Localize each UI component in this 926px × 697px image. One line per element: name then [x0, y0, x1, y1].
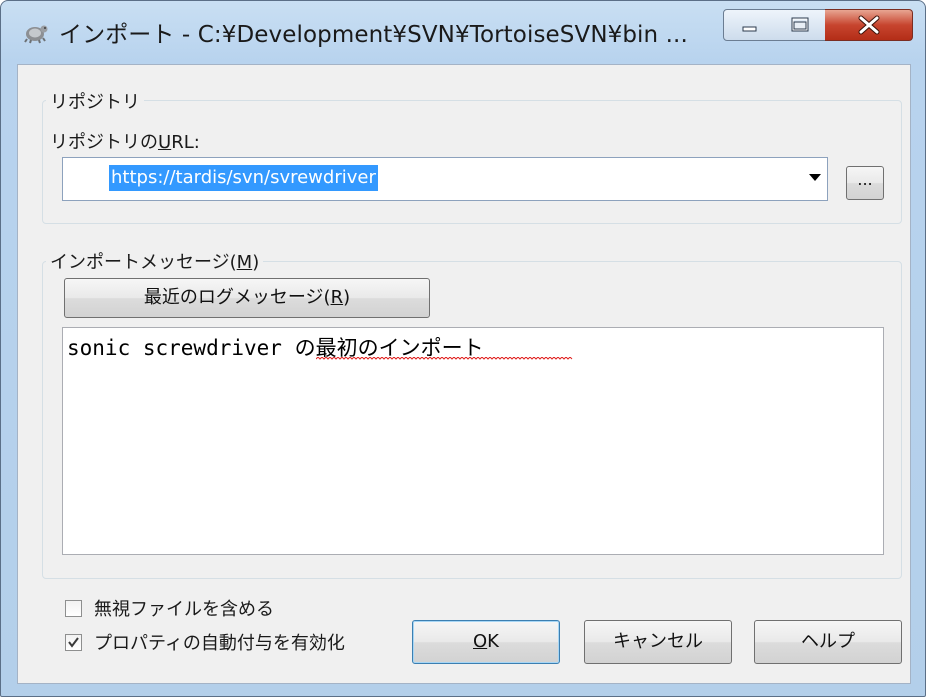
- window-title: インポート - C:¥Development¥SVN¥TortoiseSVN¥b…: [59, 22, 688, 48]
- ok-label: K: [487, 631, 499, 652]
- dialog-body: リポジトリ リポジトリのURL: https://tardis/svn/svre…: [17, 64, 911, 684]
- import-message-textarea[interactable]: sonic screwdriver の最初のインポート: [62, 327, 884, 555]
- url-label-rest: RL:: [171, 132, 200, 153]
- repository-url-combobox[interactable]: https://tardis/svn/svrewdriver: [62, 157, 828, 201]
- minimize-button[interactable]: [723, 9, 775, 41]
- url-label-text: リポジトリの: [50, 132, 158, 153]
- import-message-group-title: インポートメッセージ(M): [46, 248, 264, 274]
- auto-props-label[interactable]: プロパティの自動付与を有効化: [94, 629, 345, 655]
- tortoise-icon: [23, 19, 49, 45]
- maximize-icon: [791, 17, 809, 32]
- recent-label-accel: R: [330, 287, 344, 308]
- ok-accel: O: [473, 631, 488, 652]
- ok-button[interactable]: OK: [412, 620, 560, 664]
- message-title-accel: M: [236, 252, 253, 273]
- close-icon: [858, 15, 880, 35]
- message-title-text: インポートメッセージ(: [50, 252, 237, 273]
- repository-url-label: リポジトリのURL:: [50, 128, 200, 154]
- include-ignored-label[interactable]: 無視ファイルを含める: [94, 595, 274, 621]
- close-button[interactable]: [825, 9, 913, 41]
- chevron-down-icon[interactable]: [809, 174, 821, 181]
- repository-url-value[interactable]: https://tardis/svn/svrewdriver: [109, 165, 378, 191]
- title-bar[interactable]: インポート - C:¥Development¥SVN¥TortoiseSVN¥b…: [1, 1, 925, 63]
- include-ignored-checkbox[interactable]: [65, 600, 82, 617]
- help-button[interactable]: ヘルプ: [754, 620, 902, 664]
- repository-group-title: リポジトリ: [46, 88, 144, 114]
- minimize-icon: [742, 26, 757, 32]
- browse-repository-button[interactable]: ...: [846, 166, 884, 200]
- recent-log-messages-button[interactable]: 最近のログメッセージ(R): [64, 278, 430, 318]
- import-dialog-window: インポート - C:¥Development¥SVN¥TortoiseSVN¥b…: [0, 0, 926, 697]
- cancel-button[interactable]: キャンセル: [584, 620, 732, 664]
- maximize-button[interactable]: [774, 9, 826, 41]
- recent-label-text: 最近のログメッセージ(: [143, 287, 331, 308]
- spellcheck-underline: [316, 357, 573, 360]
- message-text-ascii: sonic screwdriver: [67, 336, 295, 360]
- message-title-close: ): [252, 252, 260, 273]
- url-label-accel: U: [158, 132, 172, 153]
- recent-label-close: ): [343, 287, 351, 308]
- auto-props-checkbox[interactable]: [65, 634, 82, 651]
- checkmark-icon: [68, 637, 79, 648]
